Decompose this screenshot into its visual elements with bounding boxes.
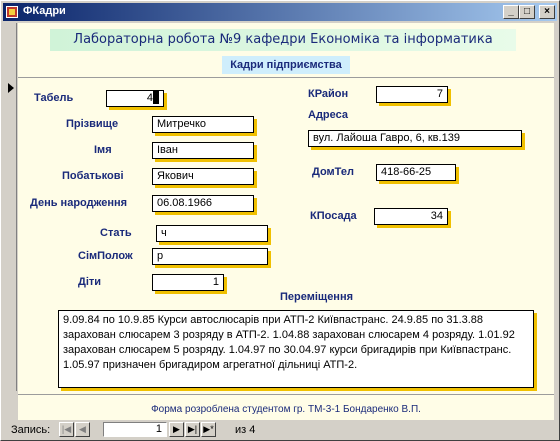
krajon-field[interactable]: 7 <box>376 86 448 103</box>
prizvyshche-field[interactable]: Митречко <box>152 116 254 133</box>
den-narodzhennia-label: День народження <box>30 197 128 209</box>
new-record-button[interactable]: ▶* <box>201 422 216 437</box>
maximize-button[interactable]: □ <box>519 5 535 19</box>
form-detail: Табель 4 Прізвище Митречко Імя Іван Поба… <box>18 77 554 394</box>
stat-field[interactable]: ч <box>156 225 268 242</box>
form-title: Лабораторна робота №9 кафедри Економіка … <box>50 29 516 51</box>
kposada-label: КПосада <box>310 210 357 222</box>
last-record-button[interactable]: ▶| <box>185 422 200 437</box>
record-number-input[interactable]: 1 <box>103 422 167 437</box>
den-narodzhennia-field[interactable]: 06.08.1966 <box>152 195 254 212</box>
credits-text: Форма розроблена студентом гр. ТМ-3-1 Бо… <box>151 404 421 415</box>
form-subtitle: Кадри підприємства <box>222 56 350 74</box>
close-button[interactable]: × <box>539 5 555 19</box>
adresa-label: Адреса <box>308 109 348 121</box>
imia-label: Імя <box>94 144 112 156</box>
stat-label: Стать <box>100 227 132 239</box>
previous-record-button[interactable]: ◀ <box>75 422 90 437</box>
next-record-button[interactable]: ▶ <box>169 422 184 437</box>
first-record-button[interactable]: |◀ <box>59 422 74 437</box>
simpolozh-field[interactable]: р <box>152 248 268 265</box>
minimize-button[interactable]: _ <box>503 5 519 19</box>
kposada-field[interactable]: 34 <box>374 208 448 225</box>
window-title: ФКадри <box>23 5 66 17</box>
dity-label: Діти <box>78 276 102 288</box>
title-bar[interactable]: ФКадри _ □ × <box>3 3 557 21</box>
peremishchennia-label: Переміщення <box>280 291 354 303</box>
simpolozh-label: СімПолож <box>78 250 133 262</box>
imia-field[interactable]: Іван <box>152 142 254 159</box>
form-window: ФКадри _ □ × Лабораторна робота №9 кафед… <box>0 0 560 441</box>
form-icon <box>6 6 18 18</box>
form-footer: Форма розроблена студентом гр. ТМ-3-1 Бо… <box>18 394 554 420</box>
pobatkovi-label: Побатькові <box>62 170 124 182</box>
krajon-label: КРайон <box>308 88 349 100</box>
record-navigation-bar: Запись: |◀ ◀ 1 ▶ ▶| ▶* из 4 <box>3 420 557 440</box>
dity-field[interactable]: 1 <box>152 274 224 291</box>
current-record-arrow-icon <box>8 83 14 93</box>
prizvyshche-label: Прізвище <box>66 118 119 130</box>
record-label: Запись: <box>11 424 51 436</box>
pobatkovi-field[interactable]: Якович <box>152 168 254 185</box>
domtel-label: ДомТел <box>312 166 354 178</box>
tabel-field[interactable]: 4 <box>106 90 164 107</box>
adresa-field[interactable]: вул. Лайоша Гавро, 6, кв.139 <box>308 130 522 147</box>
peremishchennia-memo[interactable]: 9.09.84 по 10.9.85 Курси автослюсарів пр… <box>58 310 534 388</box>
domtel-field[interactable]: 418-66-25 <box>376 164 456 181</box>
tabel-label: Табель <box>34 92 74 104</box>
form-header: Лабораторна робота №9 кафедри Економіка … <box>18 23 554 77</box>
text-cursor-icon <box>153 91 159 104</box>
record-count: из 4 <box>235 424 256 436</box>
record-selector[interactable] <box>5 23 17 391</box>
